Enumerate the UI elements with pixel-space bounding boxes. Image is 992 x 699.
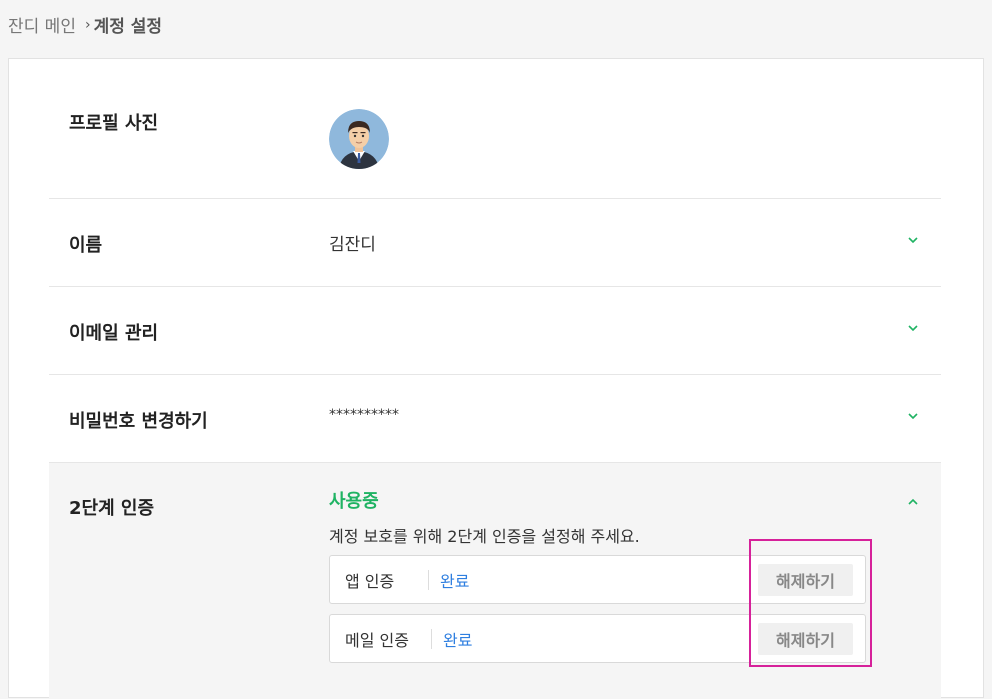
password-label: 비밀번호 변경하기 (69, 411, 208, 432)
user-avatar-icon[interactable] (329, 109, 389, 169)
breadcrumb-current: 계정 설정 (93, 17, 163, 37)
auth-method-name: 메일 인증 (345, 631, 409, 650)
auth-method-state: 완료 (440, 572, 470, 591)
auth-method-state: 완료 (443, 631, 473, 650)
two-factor-status: 사용중 (329, 491, 379, 512)
name-value: 김잔디 (329, 235, 376, 255)
two-factor-label: 2단계 인증 (69, 498, 155, 519)
password-value: ********** (329, 407, 399, 423)
breadcrumb: 잔디 메인 › 계정 설정 (8, 12, 163, 38)
profile-photo-row: 프로필 사진 (49, 59, 941, 199)
breadcrumb-separator-icon: › (84, 16, 91, 33)
two-factor-description: 계정 보호를 위해 2단계 인증을 설정해 주세요. (329, 527, 640, 546)
divider (431, 629, 432, 649)
chevron-down-icon[interactable] (907, 323, 919, 333)
profile-photo-label: 프로필 사진 (69, 113, 159, 134)
highlight-box (749, 539, 872, 667)
name-label: 이름 (69, 235, 103, 256)
email-label: 이메일 관리 (69, 323, 159, 344)
password-row[interactable]: 비밀번호 변경하기 ********** (49, 375, 941, 463)
name-row[interactable]: 이름 김잔디 (49, 199, 941, 287)
breadcrumb-parent[interactable]: 잔디 메인 (8, 12, 76, 37)
chevron-down-icon[interactable] (907, 235, 919, 245)
chevron-down-icon[interactable] (907, 411, 919, 421)
divider (428, 570, 429, 590)
auth-method-name: 앱 인증 (345, 572, 395, 591)
email-row[interactable]: 이메일 관리 (49, 287, 941, 375)
chevron-up-icon[interactable] (907, 497, 919, 507)
